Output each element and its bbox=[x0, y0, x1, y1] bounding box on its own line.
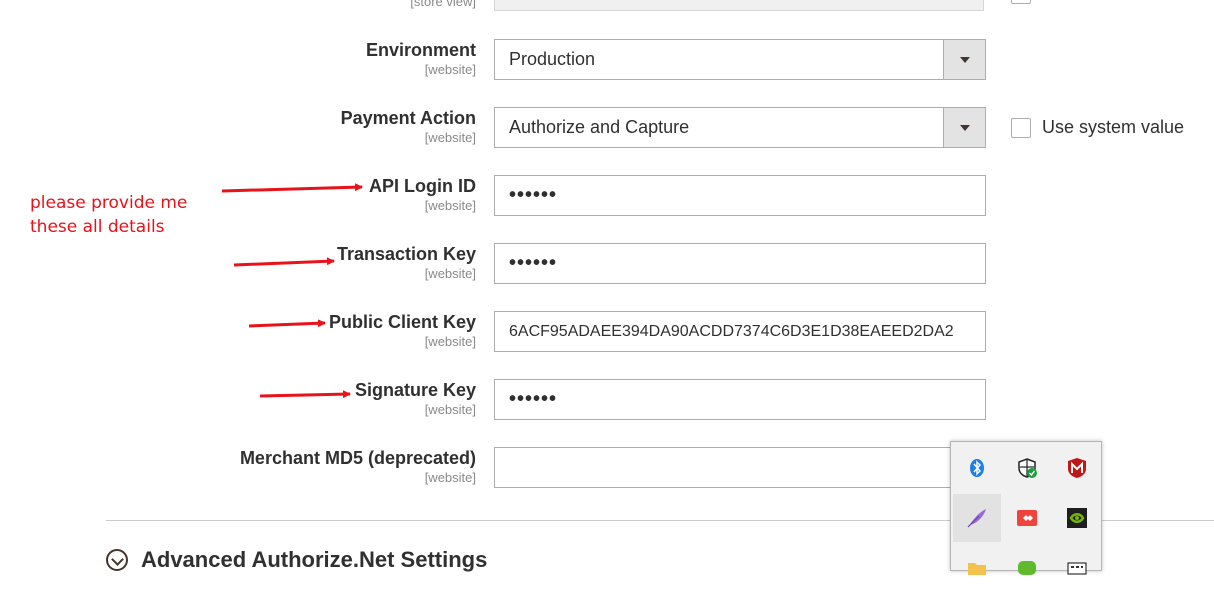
advanced-settings-title[interactable]: Advanced Authorize.Net Settings bbox=[141, 547, 487, 573]
mcafee-icon[interactable] bbox=[1053, 444, 1101, 492]
keyboard-icon[interactable] bbox=[1053, 544, 1101, 592]
arrow-api-login-id bbox=[221, 183, 363, 193]
arrow-signature-key bbox=[259, 390, 351, 399]
anydesk-icon[interactable] bbox=[1003, 494, 1051, 542]
arrow-transaction-key bbox=[233, 257, 335, 267]
expand-chevron-icon[interactable] bbox=[106, 549, 128, 571]
green-app-icon[interactable] bbox=[1003, 544, 1051, 592]
feather-app-icon[interactable] bbox=[953, 494, 1001, 542]
folder-icon[interactable] bbox=[953, 544, 1001, 592]
nvidia-icon[interactable] bbox=[1053, 494, 1101, 542]
windows-security-icon[interactable] bbox=[1003, 444, 1051, 492]
arrow-public-client-key bbox=[248, 319, 326, 328]
system-tray-popup bbox=[950, 441, 1102, 575]
bluetooth-icon[interactable] bbox=[953, 444, 1001, 492]
